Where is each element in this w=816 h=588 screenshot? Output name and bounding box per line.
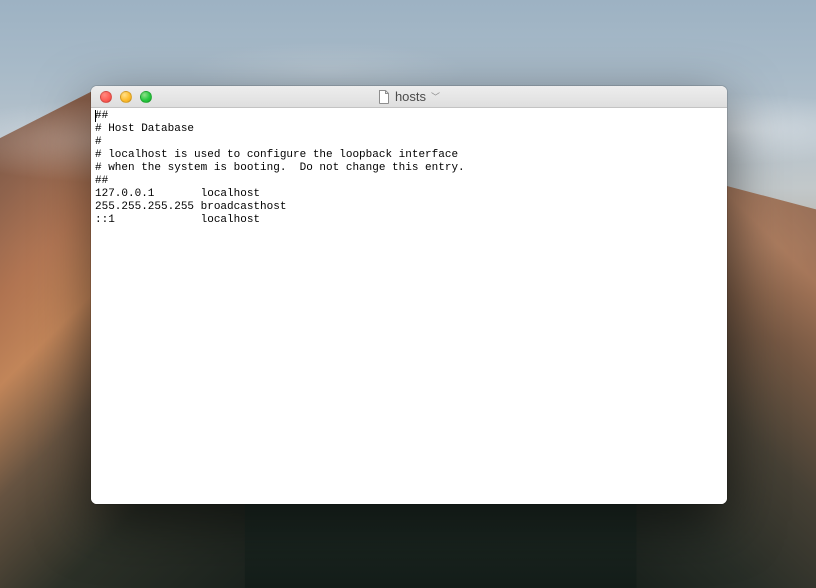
window-title-group: hosts ﹀ [91,89,727,104]
window-title[interactable]: hosts [395,89,426,104]
text-editor-window: hosts ﹀ ## # Host Database # # localhost… [91,86,727,504]
traffic-lights [91,91,152,103]
document-icon [378,90,390,104]
window-titlebar[interactable]: hosts ﹀ [91,86,727,108]
text-cursor [95,110,96,122]
zoom-button[interactable] [140,91,152,103]
chevron-down-icon[interactable]: ﹀ [431,92,440,102]
close-button[interactable] [100,91,112,103]
minimize-button[interactable] [120,91,132,103]
text-editor-area[interactable]: ## # Host Database # # localhost is used… [91,108,727,504]
